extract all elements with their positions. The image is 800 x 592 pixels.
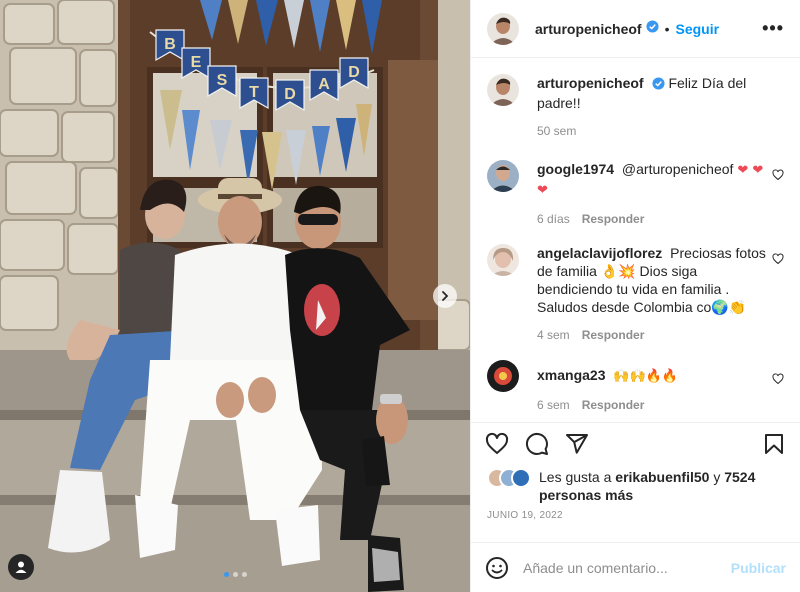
caption-body: arturopenicheof Feliz Día del padre!! 50… <box>537 74 767 140</box>
carousel-dot <box>223 572 229 577</box>
heart-icon <box>772 253 784 265</box>
comment-meta: 4 sem Responder <box>537 326 767 344</box>
chevron-right-icon <box>442 291 449 301</box>
comment-avatar-image <box>487 360 519 392</box>
comment-meta: 6 días Responder <box>537 210 767 228</box>
post-actions <box>471 422 800 464</box>
heart-icon[interactable] <box>485 432 509 456</box>
comment-composer: Publicar <box>471 542 800 592</box>
post-photo[interactable]: BES T D A D <box>0 0 470 592</box>
heart-icon <box>772 169 784 181</box>
comment-avatar[interactable] <box>487 160 519 192</box>
banner-letter: D <box>348 64 360 81</box>
caption: arturopenicheof Feliz Día del padre!! 50… <box>487 74 784 140</box>
comment-avatar-image <box>487 244 519 276</box>
comment-like-button[interactable] <box>772 372 784 390</box>
comment-username[interactable]: google1974 <box>537 161 614 177</box>
comment-avatar[interactable] <box>487 360 519 392</box>
comment-like-button[interactable] <box>772 252 784 270</box>
caption-meta: 50 sem <box>537 122 767 140</box>
user-tag-button[interactable] <box>8 554 34 580</box>
author-username[interactable]: arturopenicheof <box>535 21 642 37</box>
comment-mention-link[interactable]: @arturopenicheof <box>622 161 734 177</box>
comment-username[interactable]: xmanga23 <box>537 367 605 383</box>
photo-scene: BES T D A D <box>0 0 470 592</box>
comment-item: angelaclavijoflorez Preciosas fotos de f… <box>487 244 784 344</box>
carousel-dot <box>232 572 238 577</box>
post-date[interactable]: JUNIO 19, 2022 <box>471 504 800 521</box>
likes-joiner: y <box>713 469 721 485</box>
comment-input[interactable] <box>523 559 731 576</box>
verified-badge-icon <box>646 19 659 38</box>
caption-username[interactable]: arturopenicheof <box>537 75 644 91</box>
comment-icon[interactable] <box>525 432 549 456</box>
heart-icon <box>772 373 784 385</box>
comment-body: google1974 @arturopenicheof ❤ ❤❤ 6 días … <box>537 160 767 228</box>
carousel-next-button[interactable] <box>433 284 457 308</box>
banner-letter: E <box>191 54 202 71</box>
banner-letter: A <box>318 76 330 93</box>
comment-username[interactable]: angelaclavijoflorez <box>537 245 662 261</box>
verified-badge-icon <box>652 76 665 94</box>
comment-body: xmanga23 🙌🙌🔥🔥 6 sem Responder <box>537 360 767 414</box>
reply-button[interactable]: Responder <box>582 326 645 344</box>
comment-time[interactable]: 6 sem <box>537 396 570 414</box>
publish-button[interactable]: Publicar <box>731 560 786 576</box>
likes-summary: Les gusta a erikabuenfil50 y 7524 person… <box>471 464 800 504</box>
follow-button[interactable]: Seguir <box>675 21 719 37</box>
comment-time[interactable]: 6 días <box>537 210 570 228</box>
post-side-panel: arturopenicheof • Seguir ••• arturopenic… <box>470 0 800 592</box>
comments-section: arturopenicheof Feliz Día del padre!! 50… <box>471 58 800 422</box>
reply-button[interactable]: Responder <box>582 210 645 228</box>
reply-button[interactable]: Responder <box>582 396 645 414</box>
comment-meta: 6 sem Responder <box>537 396 767 414</box>
likes-user-link[interactable]: erikabuenfil50 <box>615 469 709 485</box>
instagram-post: BES T D A D arturopenicheof • Seguir ••• art… <box>0 0 800 592</box>
comment-item: google1974 @arturopenicheof ❤ ❤❤ 6 días … <box>487 160 784 228</box>
author-avatar-image <box>487 12 519 45</box>
banner-letter: T <box>249 84 259 101</box>
caption-avatar-image <box>487 74 519 106</box>
carousel-dot <box>241 572 247 577</box>
caption-time[interactable]: 50 sem <box>537 122 576 140</box>
post-header: arturopenicheof • Seguir ••• <box>471 0 800 58</box>
author-avatar[interactable] <box>487 12 519 45</box>
comment-item: xmanga23 🙌🙌🔥🔥 6 sem Responder <box>487 360 784 414</box>
bookmark-icon[interactable] <box>762 432 786 456</box>
liker-avatar <box>511 468 531 488</box>
share-icon[interactable] <box>565 432 589 456</box>
user-tag-icon <box>15 561 27 573</box>
likes-text: Les gusta a erikabuenfil50 y 7524 person… <box>539 468 784 504</box>
liker-avatars <box>487 468 531 488</box>
banner-letter: S <box>217 72 228 89</box>
more-options-button[interactable]: ••• <box>762 18 784 39</box>
caption-avatar[interactable] <box>487 74 519 106</box>
banner-letter: B <box>164 36 176 53</box>
comment-text: 🙌🙌🔥🔥 <box>613 369 679 384</box>
comment-avatar-image <box>487 160 519 192</box>
carousel-indicator <box>0 572 470 577</box>
header-separator: • <box>664 20 670 37</box>
comment-body: angelaclavijoflorez Preciosas fotos de f… <box>537 244 767 344</box>
likes-prefix: Les gusta a <box>539 469 612 485</box>
comment-like-button[interactable] <box>772 168 784 186</box>
comment-time[interactable]: 4 sem <box>537 326 570 344</box>
smiley-icon[interactable] <box>485 556 509 580</box>
banner-letter: D <box>284 86 296 103</box>
comment-avatar[interactable] <box>487 244 519 276</box>
